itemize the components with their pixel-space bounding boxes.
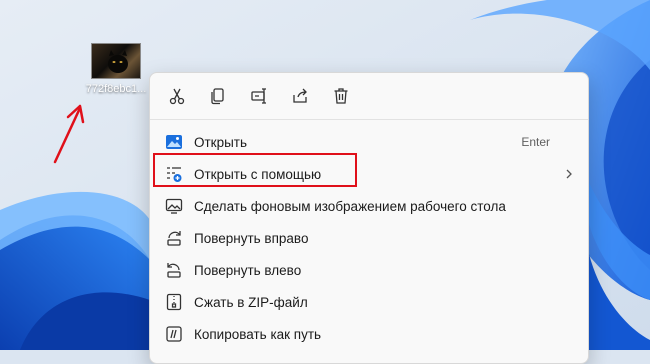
menu-item-label: Повернуть вправо bbox=[194, 230, 309, 246]
menu-toolbar bbox=[150, 73, 588, 119]
photos-app-icon bbox=[164, 132, 184, 152]
highlight-box-annotation bbox=[153, 153, 357, 187]
delete-button[interactable] bbox=[324, 79, 358, 113]
scissors-icon bbox=[169, 88, 185, 105]
menu-separator bbox=[150, 119, 588, 120]
set-wallpaper-icon bbox=[164, 196, 184, 216]
menu-item-label: Повернуть влево bbox=[194, 262, 302, 278]
rotate-left-icon bbox=[164, 260, 184, 280]
copy-icon bbox=[211, 88, 224, 105]
context-menu: Открыть Enter Открыть с помощью Сделать … bbox=[149, 72, 589, 364]
copy-button[interactable] bbox=[201, 79, 235, 113]
chevron-right-icon bbox=[564, 168, 574, 183]
copy-path-icon bbox=[164, 324, 184, 344]
rename-button[interactable] bbox=[242, 79, 276, 113]
trash-icon bbox=[334, 88, 348, 104]
cut-button[interactable] bbox=[160, 79, 194, 113]
rotate-right-icon bbox=[164, 228, 184, 248]
shortcut-label: Enter bbox=[521, 135, 550, 149]
menu-item-label: Сделать фоновым изображением рабочего ст… bbox=[194, 198, 506, 214]
menu-item-compress-zip[interactable]: Сжать в ZIP-файл bbox=[150, 286, 588, 318]
menu-item-set-wallpaper[interactable]: Сделать фоновым изображением рабочего ст… bbox=[150, 190, 588, 222]
share-icon bbox=[293, 88, 307, 103]
menu-item-rotate-left[interactable]: Повернуть влево bbox=[150, 254, 588, 286]
menu-item-copy-as-path[interactable]: Копировать как путь bbox=[150, 318, 588, 350]
menu-item-label: Копировать как путь bbox=[194, 326, 322, 342]
menu-item-rotate-right[interactable]: Повернуть вправо bbox=[150, 222, 588, 254]
zip-icon bbox=[164, 292, 184, 312]
rename-icon bbox=[251, 88, 266, 104]
share-button[interactable] bbox=[283, 79, 317, 113]
menu-item-label: Сжать в ZIP-файл bbox=[194, 294, 308, 310]
menu-item-label: Открыть bbox=[194, 134, 248, 150]
